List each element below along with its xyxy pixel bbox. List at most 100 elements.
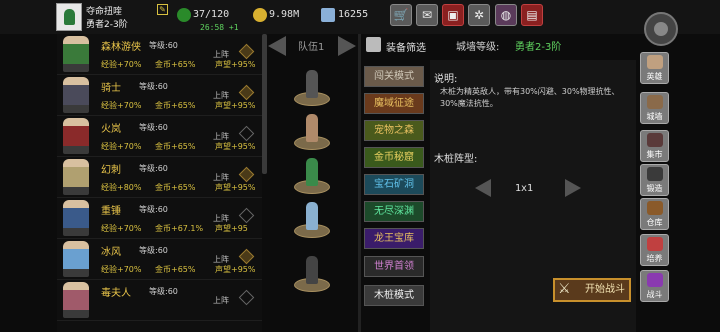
hero-fame-bonus: 声望+95 [215,224,248,233]
player-name: 夺命扭喹 [86,7,123,17]
team-slot[interactable] [294,154,330,194]
deploy-diamond-icon[interactable] [238,248,255,265]
gem-icon [321,8,335,22]
nav-icon [647,167,663,181]
wheel-icon: ◍ [500,8,512,22]
mode-button[interactable]: 宝石矿洞 [364,174,424,195]
team-hero-sprite [306,70,318,98]
team-hero-sprite [306,158,318,186]
equip-filter-button[interactable]: 装备筛选 [362,34,436,56]
team-slot[interactable] [294,198,330,238]
edit-name-icon[interactable]: ✎ [157,4,168,15]
floating-menu-button[interactable] [644,12,678,46]
nav-label: 战斗 [646,290,663,299]
nav-label: 仓库 [646,218,663,227]
settings-button[interactable]: ✲ [468,4,490,26]
team-slot[interactable] [294,110,330,150]
deploy-diamond-icon[interactable] [238,84,255,101]
mode-button[interactable]: 无尽深渊 [364,201,424,222]
mail-button[interactable]: ✉ [416,4,438,26]
mode-button[interactable]: 龙王宝库 [364,228,424,249]
equip-filter-label: 装备筛选 [386,43,426,54]
hero-gold-bonus: 金币+65% [155,142,196,151]
description-body: 木桩为精英敌人，带有30%闪避、30%物理抗性、30%魔法抗性。 [440,87,620,108]
hero-gold-bonus: 金币+65% [155,101,196,110]
tasks-button[interactable]: ▤ [521,4,543,26]
hero-name: 森林游侠 [101,42,141,53]
mail-icon: ✉ [421,8,433,22]
shop-cart-button[interactable]: 🛒 [390,4,412,26]
mode-button[interactable]: 木桩模式 [364,285,424,306]
nav-button[interactable]: 培养 [640,234,669,266]
clipboard-icon: ▤ [526,8,538,22]
hero-list-scrollbar[interactable] [262,34,267,174]
nav-button[interactable]: 仓库 [640,198,669,230]
chest-icon: ▣ [447,8,459,22]
hero-level: 等级:60 [139,246,168,255]
mode-button[interactable]: 金币秘窟 [364,147,424,168]
nav-icon [647,95,663,109]
team-slot[interactable] [294,252,330,292]
hero-name: 冰风 [101,247,121,258]
wheel-button[interactable]: ◍ [495,4,517,26]
nav-icon [647,133,663,147]
hero-sprite [63,159,89,195]
hero-fame-bonus: 声望+95% [215,60,256,69]
menu-icon [366,37,381,52]
hero-level: 等级:60 [139,205,168,214]
hero-name: 幻刺 [101,165,121,176]
mode-button[interactable]: 宠物之森 [364,120,424,141]
nav-label: 集市 [646,150,663,159]
hero-level: 等级:60 [139,164,168,173]
hero-sprite [63,118,89,154]
deploy-diamond-icon[interactable] [238,166,255,183]
nav-button[interactable]: 城墙 [640,92,669,124]
hero-row[interactable]: 骑士 等级:60 上阵 经验+70% 金币+65% 声望+95% [57,75,262,116]
nav-label: 城墙 [646,112,663,121]
player-rank: 勇者2-3阶 [86,20,128,30]
gem-value: 16255 [338,9,369,20]
mode-button[interactable]: 闯关模式 [364,66,424,87]
nav-label: 锻造 [646,184,663,193]
description-title: 说明: [434,74,458,85]
hero-row[interactable]: 火岚 等级:60 上阵 经验+70% 金币+65% 声望+95% [57,116,262,157]
deploy-diamond-icon[interactable] [238,125,255,142]
hero-exp-bonus: 经验+80% [101,183,142,192]
hero-row[interactable]: 毒夫人 等级:60 上阵 [57,280,262,321]
player-avatar[interactable] [56,3,82,31]
hero-name: 重锤 [101,206,121,217]
nav-icon [647,237,663,251]
deploy-label[interactable]: 上阵 [213,295,229,306]
hero-exp-bonus: 经验+70% [101,224,142,233]
nav-button[interactable]: 战斗 [640,270,669,302]
hero-level: 等级:60 [149,41,178,50]
deploy-diamond-icon[interactable] [238,289,255,306]
hero-fame-bonus: 声望+95% [215,101,256,110]
hero-row[interactable]: 冰风 等级:60 上阵 经验+70% 金币+65% 声望+95% [57,239,262,280]
chest-button[interactable]: ▣ [442,4,464,26]
deploy-diamond-icon[interactable] [238,43,255,60]
nav-button[interactable]: 集市 [640,130,669,162]
team-label: 队伍1 [298,42,325,53]
hero-row[interactable]: 森林游侠 等级:60 上阵 经验+70% 金币+65% 声望+95% [57,34,262,75]
nav-button[interactable]: 锻造 [640,164,669,196]
nav-icon [647,55,663,69]
mode-button[interactable]: 世界首领 [364,256,424,277]
hero-name: 毒夫人 [101,288,131,299]
team-slot[interactable] [294,66,330,106]
team-prev-arrow-icon[interactable] [268,36,286,56]
wall-level-label: 城墙等级: [456,42,500,53]
hero-row[interactable]: 幻刺 等级:60 上阵 经验+80% 金币+65% 声望+95% [57,157,262,198]
hero-gold-bonus: 金币+67.1% [155,224,204,233]
team-divider [358,34,361,332]
nav-button[interactable]: 英雄 [640,52,669,84]
stamina-regen: 26:58 +1 [200,23,239,32]
deploy-diamond-icon[interactable] [238,207,255,224]
hero-sprite [63,241,89,277]
team-next-arrow-icon[interactable] [338,36,356,56]
hero-sprite [63,200,89,236]
hero-fame-bonus: 声望+95% [215,142,256,151]
hero-row[interactable]: 重锤 等级:60 上阵 经验+70% 金币+67.1% 声望+95 [57,198,262,239]
mode-button[interactable]: 魔域征途 [364,93,424,114]
gear-icon: ✲ [473,8,485,22]
